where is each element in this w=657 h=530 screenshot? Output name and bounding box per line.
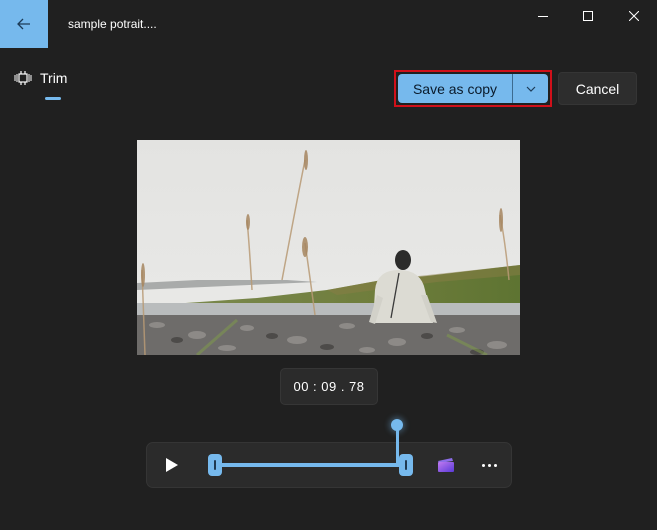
chevron-down-icon bbox=[526, 86, 535, 92]
minimize-icon bbox=[538, 16, 548, 17]
playhead-line bbox=[396, 426, 399, 466]
back-button[interactable] bbox=[0, 0, 48, 48]
trim-start-handle[interactable] bbox=[208, 454, 222, 476]
arrow-left-icon bbox=[17, 18, 30, 30]
save-options-dropdown-button[interactable] bbox=[513, 74, 548, 103]
clip-button[interactable] bbox=[437, 456, 455, 474]
tab-trim[interactable]: Trim bbox=[14, 70, 67, 86]
video-preview[interactable] bbox=[137, 140, 520, 355]
video-frame bbox=[137, 140, 520, 355]
maximize-button[interactable] bbox=[565, 0, 611, 32]
more-dot bbox=[487, 463, 491, 467]
play-icon bbox=[166, 458, 178, 472]
playback-control-bar bbox=[146, 442, 512, 488]
window-title: sample potrait.... bbox=[68, 17, 157, 31]
active-tab-indicator bbox=[45, 97, 61, 100]
close-button[interactable] bbox=[611, 0, 657, 32]
save-as-copy-button[interactable]: Save as copy bbox=[398, 74, 513, 103]
trim-icon bbox=[14, 71, 32, 85]
save-split-button: Save as copy bbox=[398, 74, 548, 103]
minimize-button[interactable] bbox=[520, 0, 566, 32]
close-icon bbox=[629, 11, 639, 21]
more-dot bbox=[493, 463, 497, 467]
clapperboard-icon bbox=[438, 458, 454, 472]
save-split-button-highlight: Save as copy bbox=[394, 70, 552, 107]
trim-end-handle[interactable] bbox=[399, 454, 413, 476]
play-button[interactable] bbox=[161, 454, 183, 476]
more-options-button[interactable] bbox=[475, 453, 503, 477]
tab-trim-label: Trim bbox=[40, 70, 68, 86]
maximize-icon bbox=[583, 11, 593, 21]
playhead-handle[interactable] bbox=[391, 419, 403, 431]
trim-range-track[interactable] bbox=[215, 463, 407, 467]
timecode-display: 00 : 09 . 78 bbox=[280, 368, 378, 405]
cancel-button[interactable]: Cancel bbox=[558, 72, 637, 105]
more-dot bbox=[481, 463, 485, 467]
